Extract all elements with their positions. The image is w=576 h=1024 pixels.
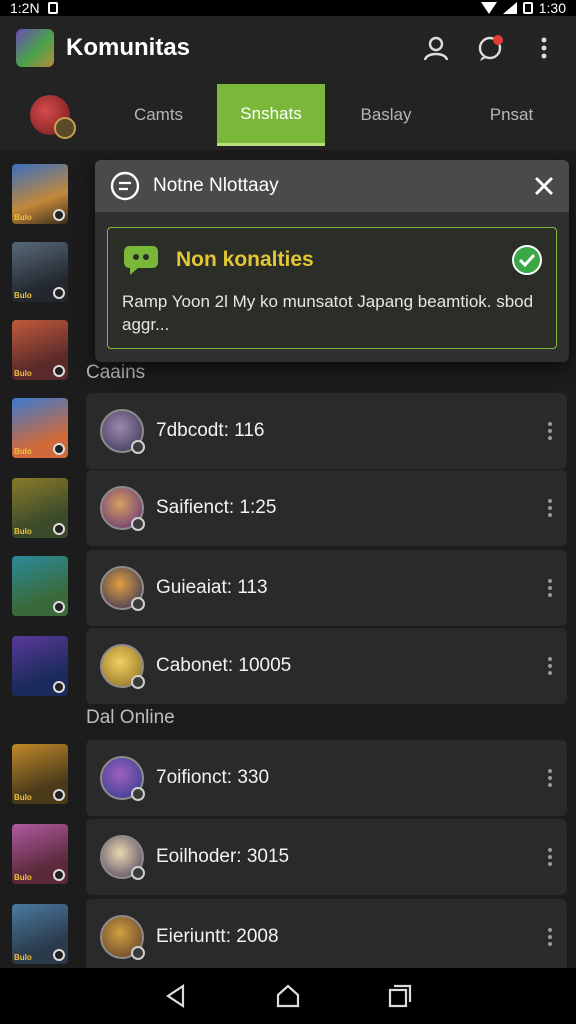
tab-2[interactable]: Baslay	[325, 80, 447, 150]
friend-label: Cabonet: 10005	[156, 655, 292, 676]
game-thumb[interactable]	[12, 636, 68, 696]
game-thumb[interactable]: Bulo	[12, 164, 68, 224]
more-vert-icon[interactable]	[547, 499, 553, 517]
popup-header-title: Notne Nlottaay	[153, 175, 279, 196]
more-vert-icon[interactable]	[547, 579, 553, 597]
messages-button[interactable]	[474, 32, 506, 64]
status-bar: 1:2N 1:30	[0, 0, 576, 16]
avatar	[100, 756, 145, 801]
game-thumb[interactable]: Bulo	[12, 744, 68, 804]
back-icon[interactable]	[163, 983, 189, 1009]
popup-header: Notne Nlottaay	[95, 160, 569, 212]
friend-card[interactable]: Guieaiat: 113	[86, 550, 567, 626]
check-circle-icon	[512, 245, 542, 275]
home-icon[interactable]	[275, 983, 301, 1009]
game-thumb[interactable]: Bulo	[12, 904, 68, 964]
tab-1[interactable]: Snshats	[217, 84, 325, 146]
friend-card[interactable]: Eieriuntt: 2008	[86, 899, 567, 968]
friend-label: Saifienct: 1:25	[156, 497, 277, 518]
section-label: Caains	[86, 362, 146, 383]
profile-button[interactable]	[420, 32, 452, 64]
friend-label: 7oifionct: 330	[156, 767, 270, 788]
avatar	[100, 644, 145, 689]
presence-icon	[131, 675, 145, 689]
game-thumb[interactable]	[12, 556, 68, 616]
friend-label: Guieaiat: 113	[156, 577, 268, 598]
tab-bar: Camts Snshats Baslay Pnsat	[0, 80, 576, 150]
notification-popup: Notne Nlottaay Non konalties Ramp Yoon 2…	[95, 160, 569, 362]
game-thumb[interactable]: Bulo	[12, 398, 68, 458]
person-icon	[423, 36, 449, 61]
presence-icon	[131, 866, 145, 880]
signal-icon	[480, 2, 497, 14]
friend-label: Eieriuntt: 2008	[156, 926, 279, 947]
game-thumb[interactable]: Bulo	[12, 320, 68, 380]
cell-icon	[502, 2, 517, 14]
tab-0[interactable]: Camts	[100, 80, 217, 150]
friend-label: 7dbcodt: 116	[156, 420, 265, 441]
friend-card[interactable]: 7dbcodt: 116	[86, 393, 567, 469]
rank-badge-icon	[54, 117, 76, 139]
presence-icon	[131, 517, 145, 531]
section-label: Dal Online	[86, 707, 175, 728]
system-nav-bar	[0, 968, 576, 1024]
notification-bell-icon	[110, 171, 140, 201]
app-logo	[16, 29, 54, 67]
popup-title: Non konalties	[176, 248, 314, 271]
popup-message: Ramp Yoon 2l My ko munsatot Japang beamt…	[122, 292, 534, 334]
friend-card[interactable]: Saifienct: 1:25	[86, 470, 567, 546]
more-vert-icon	[541, 37, 547, 59]
avatar	[100, 486, 145, 531]
status-time-right: 1:30	[538, 0, 566, 16]
game-thumb[interactable]: Bulo	[12, 478, 68, 538]
friend-label: Eoilhoder: 3015	[156, 846, 290, 867]
avatar	[100, 835, 145, 880]
avatar	[100, 566, 145, 611]
battery-icon	[522, 2, 533, 14]
recents-icon[interactable]	[387, 983, 413, 1009]
friend-card[interactable]: Eoilhoder: 3015	[86, 819, 567, 895]
game-thumb[interactable]: Bulo	[12, 242, 68, 302]
user-avatar	[30, 95, 76, 139]
avatar	[100, 409, 145, 454]
more-vert-icon[interactable]	[547, 769, 553, 787]
avatar	[100, 915, 145, 960]
more-vert-icon[interactable]	[547, 928, 553, 946]
more-vert-icon[interactable]	[547, 657, 553, 675]
community-chat-icon	[124, 246, 158, 275]
notification-dot	[493, 35, 503, 45]
presence-icon	[131, 597, 145, 611]
friend-card[interactable]: 7oifionct: 330	[86, 740, 567, 816]
tab-3[interactable]: Pnsat	[447, 80, 576, 150]
presence-icon	[131, 946, 145, 960]
overflow-menu-button[interactable]	[528, 32, 560, 64]
more-vert-icon[interactable]	[547, 422, 553, 440]
more-vert-icon[interactable]	[547, 848, 553, 866]
user-avatar-button[interactable]	[0, 80, 100, 150]
game-thumb[interactable]: Bulo	[12, 824, 68, 884]
app-title: Komunitas	[66, 34, 191, 61]
friend-card[interactable]: Cabonet: 10005	[86, 628, 567, 704]
presence-icon	[131, 787, 145, 801]
status-time-left: 1:2N	[10, 0, 40, 16]
app-bar: Komunitas	[0, 16, 576, 80]
popup-message-box[interactable]: Non konalties Ramp Yoon 2l My ko munsato…	[107, 227, 557, 349]
notification-icon	[47, 2, 58, 14]
close-icon[interactable]	[533, 175, 555, 197]
presence-icon	[131, 440, 145, 454]
